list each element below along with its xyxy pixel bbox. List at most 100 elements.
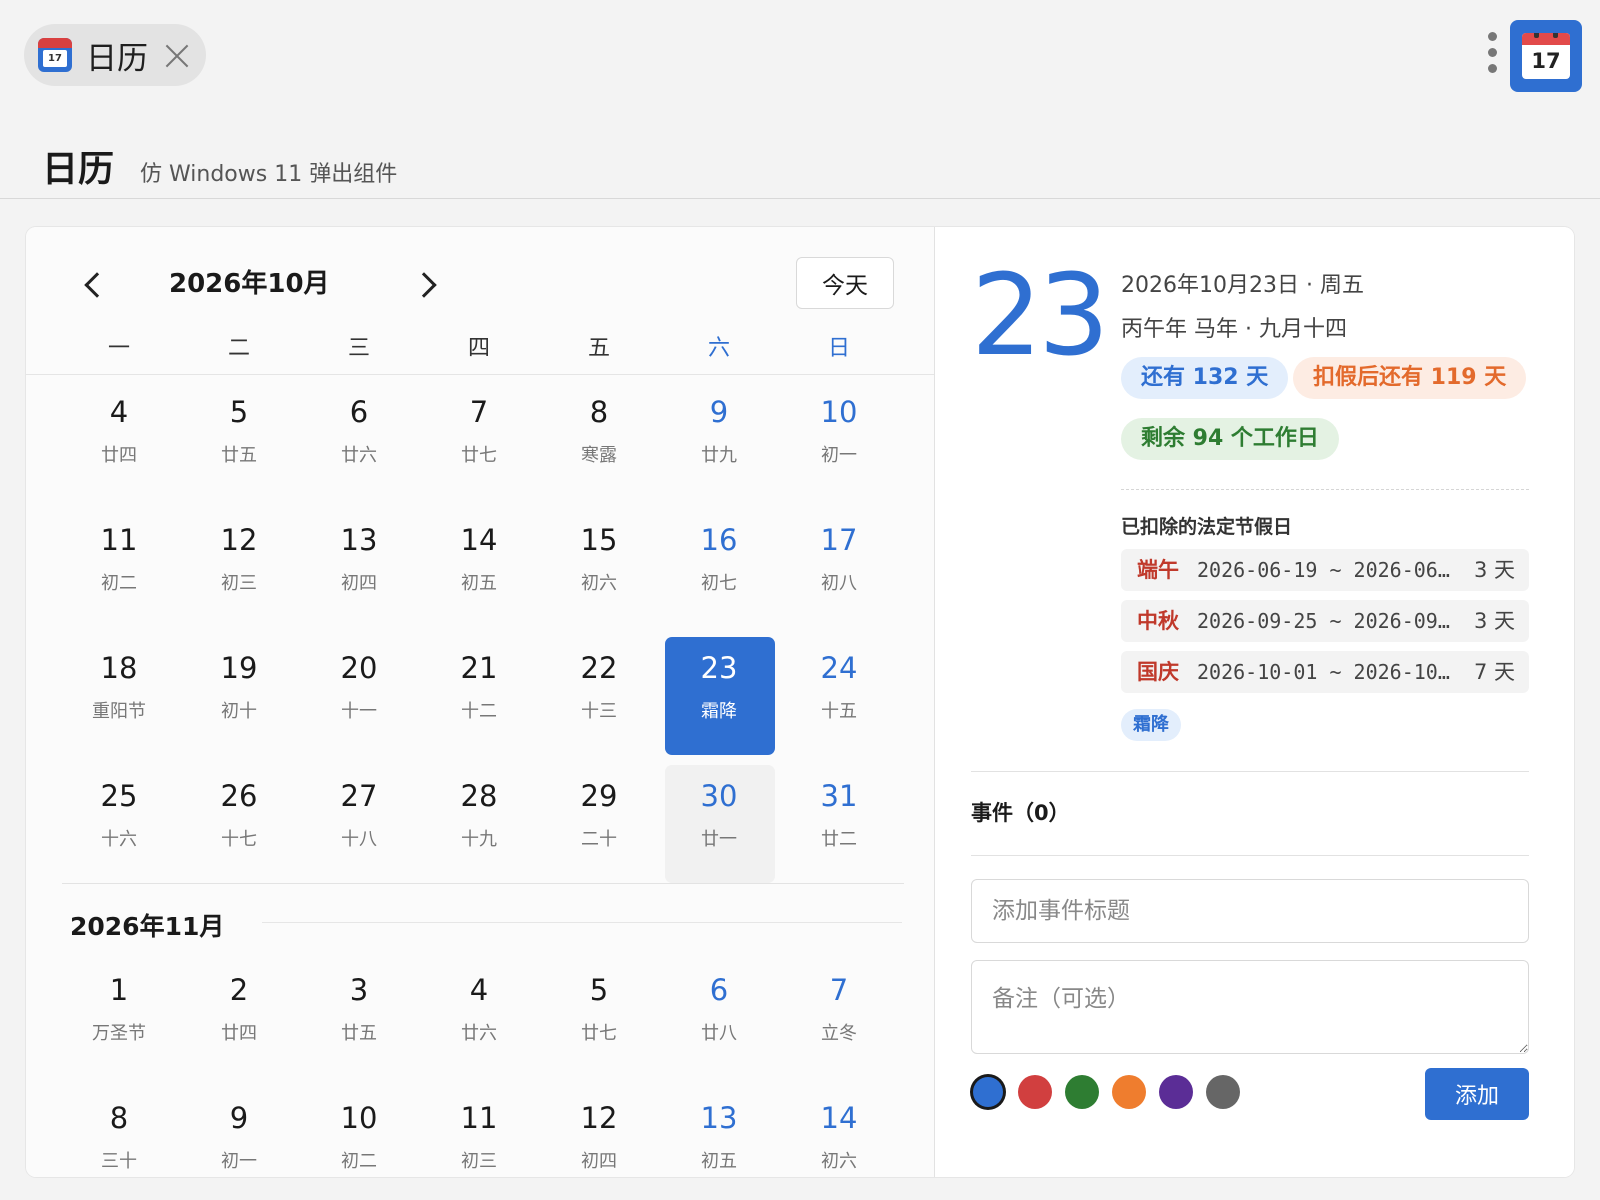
day-number: 29 [580,779,618,813]
day-cell[interactable]: 13 初五 [659,1081,779,1177]
calendar-icon: 17 [38,38,72,72]
day-cell[interactable]: 26 十七 [179,759,299,887]
day-number: 7 [469,395,489,429]
color-swatch-red[interactable] [1018,1075,1052,1109]
day-cell[interactable]: 14 初五 [419,503,539,631]
day-number: 14 [820,1101,858,1135]
day-cell[interactable]: 17 初八 [779,503,899,631]
month-divider [62,883,904,884]
day-cell[interactable]: 28 十九 [419,759,539,887]
day-cell[interactable]: 22 十三 [539,631,659,759]
day-cell[interactable]: 16 初七 [659,503,779,631]
day-cell[interactable]: 5 廿五 [179,375,299,503]
day-number: 18 [100,651,138,685]
days-after-holidays-badge: 扣假后还有 119 天 [1293,357,1527,399]
day-cell[interactable]: 1 万圣节 [59,953,179,1081]
day-number: 8 [589,395,609,429]
day-cell[interactable]: 30 廿一 [659,759,779,887]
color-swatch-blue[interactable] [973,1077,1003,1107]
holiday-days: 3 天 [1473,558,1515,582]
divider [971,855,1529,856]
day-number: 27 [340,779,378,813]
day-cell[interactable]: 4 廿四 [59,375,179,503]
day-cell[interactable]: 31 廿二 [779,759,899,887]
day-cell[interactable]: 8 寒露 [539,375,659,503]
day-cell[interactable]: 25 十六 [59,759,179,887]
lunar-label: 廿八 [701,1023,737,1044]
lunar-label: 初五 [461,573,497,594]
day-cell[interactable]: 9 初一 [179,1081,299,1177]
day-cell[interactable]: 12 初四 [539,1081,659,1177]
day-number: 25 [100,779,138,813]
day-number: 22 [580,651,618,685]
day-number: 6 [709,973,729,1007]
close-icon[interactable] [164,42,190,68]
holiday-name: 端午 [1137,558,1179,582]
selected-date: 2026年10月23日 · 周五 [1121,273,1364,298]
day-cell[interactable]: 13 初四 [299,503,419,631]
lunar-label: 初二 [101,573,137,594]
day-cell[interactable]: 7 廿七 [419,375,539,503]
day-number: 12 [580,1101,618,1135]
day-cell[interactable]: 21 十二 [419,631,539,759]
day-cell[interactable]: 29 二十 [539,759,659,887]
color-swatch-gray[interactable] [1206,1075,1240,1109]
day-detail: 23 2026年10月23日 · 周五 丙午年 马年 · 九月十四 还有 132… [934,227,1574,1177]
day-cell[interactable]: 6 廿八 [659,953,779,1081]
day-cell[interactable]: 3 廿五 [299,953,419,1081]
today-button[interactable]: 今天 [796,257,894,309]
day-cell[interactable]: 6 廿六 [299,375,419,503]
lunar-label: 初三 [461,1151,497,1172]
prev-month-icon[interactable] [78,269,108,299]
lunar-label: 初二 [341,1151,377,1172]
color-swatch-purple[interactable] [1159,1075,1193,1109]
day-cell[interactable]: 8 三十 [59,1081,179,1177]
day-number: 31 [820,779,858,813]
day-cell[interactable]: 11 初二 [59,503,179,631]
lunar-label: 立冬 [821,1023,857,1044]
calendar-app-icon[interactable]: 17 [1510,20,1582,92]
day-cell[interactable]: 10 初一 [779,375,899,503]
day-cell[interactable]: 15 初六 [539,503,659,631]
day-cell[interactable]: 11 初三 [419,1081,539,1177]
day-number: 11 [100,523,138,557]
lunar-label: 十一 [341,701,377,722]
more-options-icon[interactable] [1484,32,1500,78]
add-event-button[interactable]: 添加 [1425,1068,1529,1120]
color-swatch-green[interactable] [1065,1075,1099,1109]
lunar-label: 廿四 [221,1023,257,1044]
holiday-row: 国庆 2026-10-01 ~ 2026-10-07 7 天 [1121,651,1529,693]
lunar-label: 廿四 [101,445,137,466]
lunar-label: 十六 [101,829,137,850]
day-number: 10 [340,1101,378,1135]
day-cell[interactable]: 2 廿四 [179,953,299,1081]
day-cell[interactable]: 9 廿九 [659,375,779,503]
color-swatch-orange[interactable] [1112,1075,1146,1109]
next-month-icon[interactable] [411,269,441,299]
day-cell[interactable]: 5 廿七 [539,953,659,1081]
workdays-badge: 剩余 94 个工作日 [1121,418,1339,460]
lunar-label: 十三 [581,701,617,722]
event-note-input[interactable] [971,960,1529,1054]
day-number: 28 [460,779,498,813]
day-cell[interactable]: 27 十八 [299,759,419,887]
weekday-label: 三 [347,336,370,361]
lunar-label: 重阳节 [92,701,146,722]
day-cell[interactable]: 24 十五 [779,631,899,759]
day-cell[interactable]: 4 廿六 [419,953,539,1081]
day-cell[interactable]: 10 初二 [299,1081,419,1177]
day-cell[interactable]: 23 霜降 [659,631,779,759]
lunar-label: 廿二 [821,829,857,850]
day-cell[interactable]: 20 十一 [299,631,419,759]
app-tab[interactable]: 17 日历 [24,24,206,86]
lunar-label: 三十 [101,1151,137,1172]
event-title-input[interactable] [971,879,1529,943]
day-cell[interactable]: 19 初十 [179,631,299,759]
day-cell[interactable]: 14 初六 [779,1081,899,1177]
day-cell[interactable]: 18 重阳节 [59,631,179,759]
lunar-label: 初七 [701,573,737,594]
holidays-title: 已扣除的法定节假日 [1121,516,1293,538]
day-cell[interactable]: 12 初三 [179,503,299,631]
holiday-days: 3 天 [1473,609,1515,633]
day-cell[interactable]: 7 立冬 [779,953,899,1081]
